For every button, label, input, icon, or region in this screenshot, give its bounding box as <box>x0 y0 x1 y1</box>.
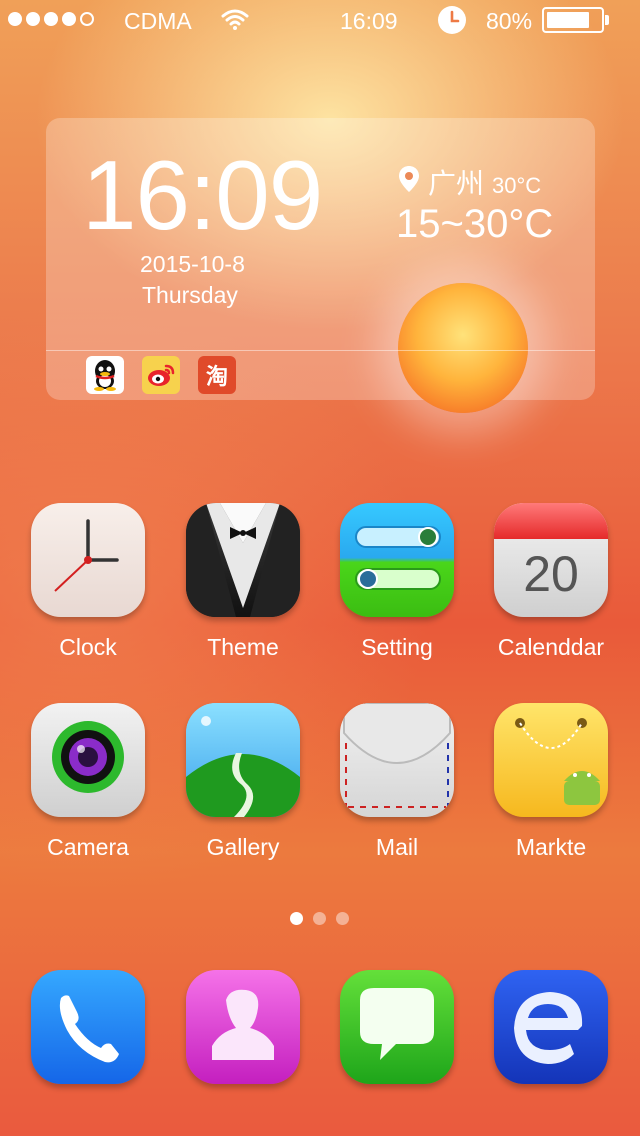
page-dot <box>290 912 303 925</box>
qq-icon[interactable] <box>86 356 124 394</box>
alarm-icon <box>438 6 466 34</box>
app-mail[interactable]: Mail <box>322 703 472 861</box>
signal-dot <box>44 12 58 26</box>
app-camera[interactable]: Camera <box>13 703 163 861</box>
widget-shortcuts: 淘 <box>86 356 236 394</box>
dock-phone[interactable] <box>13 970 163 1084</box>
signal-dot <box>8 12 22 26</box>
app-label: Gallery <box>206 834 280 860</box>
app-label: Calenddar <box>497 634 605 660</box>
app-label: Camera <box>47 834 129 860</box>
widget-weekday: Thursday <box>142 282 238 308</box>
message-bubble-icon <box>340 970 454 1084</box>
battery-percent: 80% <box>486 8 533 34</box>
camera-lens-icon <box>31 703 145 817</box>
weibo-icon[interactable] <box>142 356 180 394</box>
landscape-icon <box>186 703 300 817</box>
taobao-icon[interactable]: 淘 <box>198 356 236 394</box>
envelope-icon <box>340 703 454 817</box>
page-dot <box>313 912 326 925</box>
temperature-range: 15~30°C <box>396 202 554 246</box>
signal-dot <box>62 12 76 26</box>
tuxedo-icon <box>186 503 300 617</box>
signal-dot <box>80 12 94 26</box>
widget-divider <box>46 350 595 351</box>
phone-icon <box>31 970 145 1084</box>
calendar-day: 20 <box>523 546 579 602</box>
current-temperature: 30°C <box>492 173 542 198</box>
contacts-icon <box>186 970 300 1084</box>
toggle-sliders-icon <box>340 503 454 617</box>
app-label: Mail <box>375 834 419 860</box>
page-dot <box>336 912 349 925</box>
dock-messages[interactable] <box>322 970 472 1084</box>
status-time: 16:09 <box>340 8 398 34</box>
carrier-name: CDMA <box>124 8 192 34</box>
dock-contacts[interactable] <box>168 970 318 1084</box>
browser-e-icon <box>494 970 608 1084</box>
widget-date: 2015-10-8 <box>140 251 245 277</box>
widget-time: 16:09 <box>82 140 323 250</box>
sun-icon <box>398 283 528 413</box>
app-gallery[interactable]: Gallery <box>168 703 318 861</box>
status-bar: CDMA 16:09 80% <box>0 0 640 40</box>
app-label: Clock <box>59 634 117 660</box>
calendar-header <box>494 503 608 539</box>
page-indicator[interactable] <box>290 912 349 925</box>
app-calendar[interactable]: 20 Calenddar <box>476 503 626 661</box>
location-pin-icon <box>399 166 419 192</box>
weather-city: 广州 <box>428 167 485 200</box>
app-label: Theme <box>207 634 279 660</box>
battery-level <box>547 12 589 28</box>
dock-browser[interactable] <box>476 970 626 1084</box>
wifi-icon <box>221 9 249 30</box>
signal-strength <box>8 12 94 26</box>
battery-icon <box>542 7 609 33</box>
app-market[interactable]: Markte <box>476 703 626 861</box>
app-label: Markte <box>515 834 587 860</box>
shopping-bag-android-icon <box>494 703 608 817</box>
app-label: Setting <box>361 634 433 660</box>
weather-location: 广州 30°C <box>398 162 541 202</box>
app-clock[interactable]: Clock <box>13 503 163 661</box>
calendar-icon: 20 <box>494 503 608 617</box>
app-theme[interactable]: Theme <box>168 503 318 661</box>
clock-weather-widget[interactable]: 16:09 2015-10-8 Thursday 广州 30°C 15~30°C <box>46 118 595 413</box>
app-setting[interactable]: Setting <box>322 503 472 661</box>
signal-dot <box>26 12 40 26</box>
clock-icon <box>31 503 145 617</box>
